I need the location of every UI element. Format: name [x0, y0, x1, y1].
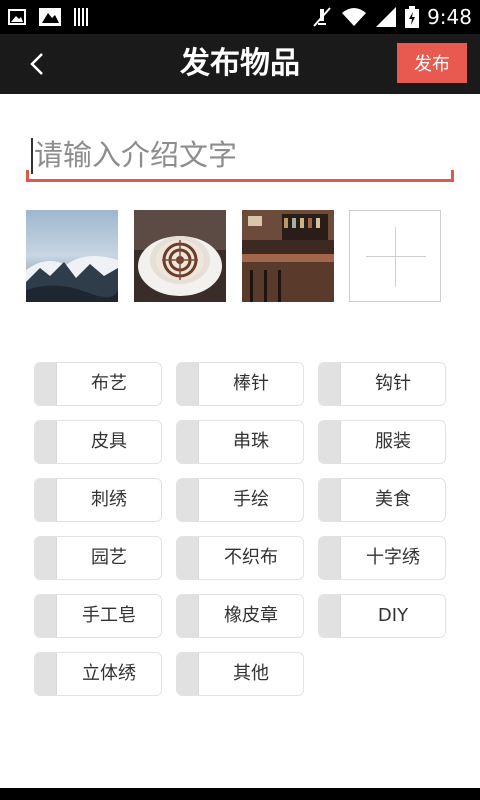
tag-checkbox[interactable]	[35, 479, 57, 521]
photo-cafe-bar[interactable]	[242, 210, 334, 302]
plus-icon	[395, 227, 396, 287]
tag-label: 手工皂	[82, 605, 136, 626]
tag-label: 棒针	[233, 373, 269, 394]
tag-checkbox[interactable]	[319, 537, 341, 579]
category-tag[interactable]: 钩针	[318, 362, 446, 406]
mute-icon	[313, 7, 331, 27]
intro-text-input[interactable]	[26, 130, 454, 180]
category-tag[interactable]: 手绘	[176, 478, 304, 522]
category-tag[interactable]: 其他	[176, 652, 304, 696]
photo-mountain-clouds[interactable]	[26, 210, 118, 302]
category-tag[interactable]: 美食	[318, 478, 446, 522]
tag-checkbox[interactable]	[35, 421, 57, 463]
tag-checkbox[interactable]	[177, 537, 199, 579]
category-tag[interactable]: 橡皮章	[176, 594, 304, 638]
status-time: 9:48	[427, 5, 472, 29]
title-bar: 发布物品 发布	[0, 34, 480, 94]
category-tag[interactable]: DIY	[318, 594, 446, 638]
tag-label: 钩针	[375, 373, 411, 394]
tag-label: 布艺	[91, 373, 127, 394]
category-tag[interactable]: 皮具	[34, 420, 162, 464]
tag-checkbox[interactable]	[319, 479, 341, 521]
tag-checkbox[interactable]	[177, 653, 199, 695]
text-caret	[31, 138, 33, 174]
tag-label: 服装	[375, 431, 411, 452]
barcode-icon	[74, 8, 88, 26]
gallery-icon	[39, 8, 61, 26]
tag-checkbox[interactable]	[177, 363, 199, 405]
input-underline	[26, 179, 454, 182]
category-tag[interactable]: 园艺	[34, 536, 162, 580]
tag-checkbox[interactable]	[319, 421, 341, 463]
tag-label: 刺绣	[91, 489, 127, 510]
tag-label: 园艺	[91, 547, 127, 568]
tag-label: 十字绣	[366, 547, 420, 568]
category-tag[interactable]: 布艺	[34, 362, 162, 406]
tag-label: 皮具	[91, 431, 127, 452]
wifi-icon	[342, 8, 367, 26]
tag-label: DIY	[377, 605, 409, 626]
photo-latte-art-image	[134, 210, 226, 302]
tag-label: 其他	[233, 663, 269, 684]
plus-icon-horizontal	[366, 256, 426, 257]
tag-label: 手绘	[233, 489, 269, 510]
tag-checkbox[interactable]	[35, 363, 57, 405]
category-tag[interactable]: 手工皂	[34, 594, 162, 638]
image-icon	[8, 9, 26, 25]
tag-checkbox[interactable]	[35, 653, 57, 695]
tag-label: 不织布	[224, 547, 278, 568]
publish-button[interactable]: 发布	[397, 43, 467, 83]
tag-checkbox[interactable]	[177, 595, 199, 637]
category-tag[interactable]: 不织布	[176, 536, 304, 580]
tag-label: 美食	[375, 489, 411, 510]
tag-checkbox[interactable]	[35, 595, 57, 637]
back-button[interactable]	[22, 48, 54, 80]
tag-label: 立体绣	[82, 663, 136, 684]
signal-icon	[376, 7, 397, 27]
bottom-bar	[0, 788, 480, 800]
tag-checkbox[interactable]	[319, 363, 341, 405]
photo-cafe-bar-image	[242, 210, 334, 302]
category-tag[interactable]: 立体绣	[34, 652, 162, 696]
tag-label: 串珠	[233, 431, 269, 452]
intro-text-field	[26, 130, 454, 186]
tag-checkbox[interactable]	[35, 537, 57, 579]
input-underline-right-tick	[451, 170, 454, 182]
tag-checkbox[interactable]	[319, 595, 341, 637]
tag-checkbox[interactable]	[177, 479, 199, 521]
tag-label: 橡皮章	[224, 605, 278, 626]
battery-charging-icon	[405, 6, 420, 28]
status-bar: 9:48	[0, 0, 480, 34]
chevron-left-icon	[30, 53, 43, 75]
category-tag[interactable]: 服装	[318, 420, 446, 464]
category-tag[interactable]: 刺绣	[34, 478, 162, 522]
input-underline-left-tick	[26, 170, 29, 182]
photo-mountain-clouds-image	[26, 210, 118, 302]
photo-latte-art[interactable]	[134, 210, 226, 302]
tag-checkbox[interactable]	[177, 421, 199, 463]
status-right-icons: 9:48	[311, 4, 472, 30]
add-photo-button[interactable]	[349, 210, 441, 302]
category-tag[interactable]: 串珠	[176, 420, 304, 464]
category-tag[interactable]: 棒针	[176, 362, 304, 406]
status-left-icons	[8, 7, 90, 27]
category-tag[interactable]: 十字绣	[318, 536, 446, 580]
